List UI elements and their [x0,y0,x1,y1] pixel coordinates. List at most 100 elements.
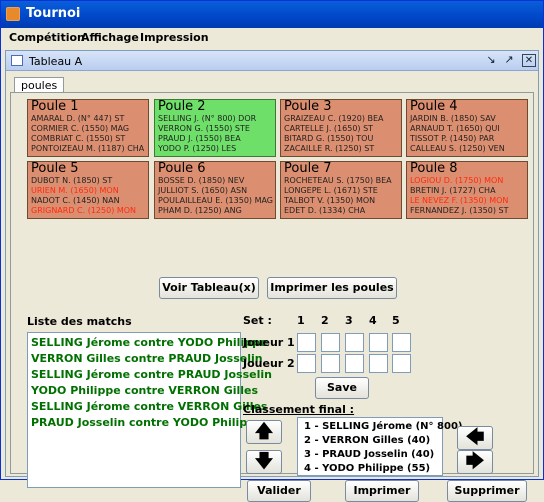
move-right-button[interactable]: 🡆 [457,450,493,474]
list-item[interactable]: SELLING Jérome contre PRAUD Josselin [31,368,272,381]
joueur2-set2-field[interactable] [321,354,340,373]
list-item[interactable]: SELLING Jérome contre VERRON Gilles [31,400,267,413]
poule-player: BRETIN J. (1727) CHA [410,186,496,195]
joueur2-set1-field[interactable] [297,354,316,373]
internal-frame-titlebar[interactable]: Tableau A ↘ ↗ ✕ [6,51,538,71]
joueur2-set5-field[interactable] [392,354,411,373]
menu-impression[interactable]: Impression [140,31,209,44]
menu-competition[interactable]: Compétition [9,31,85,44]
valider-button[interactable]: Valider [247,480,311,502]
list-item[interactable]: VERRON Gilles contre PRAUD Josselin [31,352,263,365]
classement-list[interactable]: 1 - SELLING Jérome (N° 800) 2 - VERRON G… [297,417,462,476]
joueur1-set4-field[interactable] [369,333,388,352]
poule-name: Poule 3 [284,99,332,114]
poule-player: AMARAL D. (N° 447) ST [31,114,125,123]
joueur1-set3-field[interactable] [345,333,364,352]
poule-player: URIEN M. (1650) MON [31,186,119,195]
poule-player: CORMIER C. (1550) MAG [31,124,130,133]
frame-icon [11,55,23,66]
joueur2-set3-field[interactable] [345,354,364,373]
set-number-3: 3 [345,314,353,327]
arrow-up-icon: 🡅 [254,421,274,442]
joueur1-set2-field[interactable] [321,333,340,352]
supprimer-button[interactable]: Supprimer [447,480,527,502]
imprimer-button[interactable]: Imprimer [345,480,419,502]
poule-player: TISSOT P. (1450) PAR [410,134,495,143]
poule-box-2[interactable]: Poule 2 SELLING J. (N° 800) DOR VERRON G. … [154,99,276,157]
move-left-button[interactable]: 🡄 [457,426,493,450]
poule-player: NADOT C. (1450) NAN [31,196,120,205]
window-title: Tournoi [26,6,81,21]
list-item[interactable]: 3 - PRAUD Josselin (40) [304,449,434,460]
list-item[interactable]: 2 - VERRON Gilles (40) [304,435,430,446]
set-number-4: 4 [369,314,377,327]
poule-player: EDET D. (1334) CHA [284,206,366,215]
poule-player: JARDIN B. (1850) SAV [410,114,496,123]
poule-player: BITARD G. (1550) TOU [284,134,374,143]
poule-name: Poule 2 [158,99,206,114]
move-down-button[interactable]: 🡇 [246,450,282,474]
match-list[interactable]: SELLING Jérome contre YODO Philippe VERR… [27,332,272,488]
poule-player: LOGIOU D. (1750) MON [410,176,504,185]
minimize-icon[interactable]: ↘ [484,54,498,67]
poule-name: Poule 5 [31,161,79,176]
close-icon[interactable]: ✕ [522,54,536,67]
tab-poules[interactable]: poules [14,77,64,93]
imprimer-poules-button[interactable]: Imprimer les poules [267,277,397,299]
poule-box-5[interactable]: Poule 5 DUBOT N. (1850) ST URIEN M. (1650)… [27,161,149,219]
arrow-right-icon: 🡆 [465,451,485,472]
poule-player: SELLING J. (N° 800) DOR [158,114,257,123]
arrow-down-icon: 🡇 [254,451,274,472]
move-up-button[interactable]: 🡅 [246,420,282,444]
poule-player: JULLIOT S. (1650) ASN [158,186,248,195]
menu-bar: Compétition Affichage Impression [1,28,543,48]
classement-label: Classement final : [243,403,355,416]
poule-box-7[interactable]: Poule 7 ROCHETEAU S. (1750) BEA LONGEPE L.… [280,161,402,219]
poule-player: ZACAILLE R. (1250) ST [284,144,375,153]
poule-name: Poule 8 [410,161,458,176]
joueur1-label: Joueur 1 : [243,336,303,349]
menu-affichage[interactable]: Affichage [81,31,139,44]
window-titlebar[interactable]: Tournoi [1,1,543,28]
poule-player: CARTELLE J. (1650) ST [284,124,374,133]
joueur2-label: Joueur 2 : [243,357,303,370]
joueur1-set5-field[interactable] [392,333,411,352]
poule-box-4[interactable]: Poule 4 JARDIN B. (1850) SAV ARNAUD T. (16… [406,99,528,157]
arrow-left-icon: 🡄 [465,427,485,448]
list-item[interactable]: 4 - YODO Philippe (55) [304,463,430,474]
poule-player: COMBRIAT C. (1550) ST [31,134,126,143]
poule-box-6[interactable]: Poule 6 BOSSE D. (1850) NEV JULLIOT S. (16… [154,161,276,219]
save-button[interactable]: Save [315,377,369,399]
set-label: Set : [243,314,272,327]
poule-player: BOSSE D. (1850) NEV [158,176,245,185]
poule-box-1[interactable]: Poule 1 AMARAL D. (N° 447) ST CORMIER C. (… [27,99,149,157]
joueur2-set4-field[interactable] [369,354,388,373]
poule-player: GRIGNARD C. (1250) MON [31,206,137,215]
poule-name: Poule 1 [31,99,79,114]
set-number-2: 2 [321,314,329,327]
poule-box-8[interactable]: Poule 8 LOGIOU D. (1750) MON BRETIN J. (17… [406,161,528,219]
poule-player: LE NEVEZ F. (1350) MON [410,196,509,205]
poule-box-3[interactable]: Poule 3 GRAIZEAU C. (1920) BEA CARTELLE J.… [280,99,402,157]
tab-row: poules [6,75,538,93]
matchs-label: Liste des matchs [27,315,132,328]
internal-frame-title: Tableau A [29,55,83,68]
poule-name: Poule 4 [410,99,458,114]
joueur1-set1-field[interactable] [297,333,316,352]
poule-player: FERNANDEZ J. (1350) ST [410,206,509,215]
list-item[interactable]: PRAUD Josselin contre YODO Philippe [31,416,263,429]
poule-player: VERRON G. (1550) STE [158,124,250,133]
poule-player: POULAILLEAU E. (1350) MAG [158,196,274,205]
poule-player: LONGEPE L. (1671) STE [284,186,378,195]
poule-player: TALBOT V. (1350) MON [284,196,376,205]
list-item[interactable]: SELLING Jérome contre YODO Philippe [31,336,267,349]
list-item[interactable]: 1 - SELLING Jérome (N° 800) [304,421,462,432]
internal-frame: Tableau A ↘ ↗ ✕ poules Poule 1 AMARAL D. … [5,50,539,502]
list-item[interactable]: YODO Philippe contre VERRON Gilles [31,384,258,397]
poule-player: ARNAUD T. (1650) QUI [410,124,500,133]
poule-player: YODO P. (1250) LES [158,144,237,153]
voir-tableau-button[interactable]: Voir Tableau(x) [159,277,259,299]
app-window: Tournoi Compétition Affichage Impression… [0,0,544,502]
tab-panel: Poule 1 AMARAL D. (N° 447) ST CORMIER C. (… [10,92,534,502]
maximize-icon[interactable]: ↗ [502,54,516,67]
